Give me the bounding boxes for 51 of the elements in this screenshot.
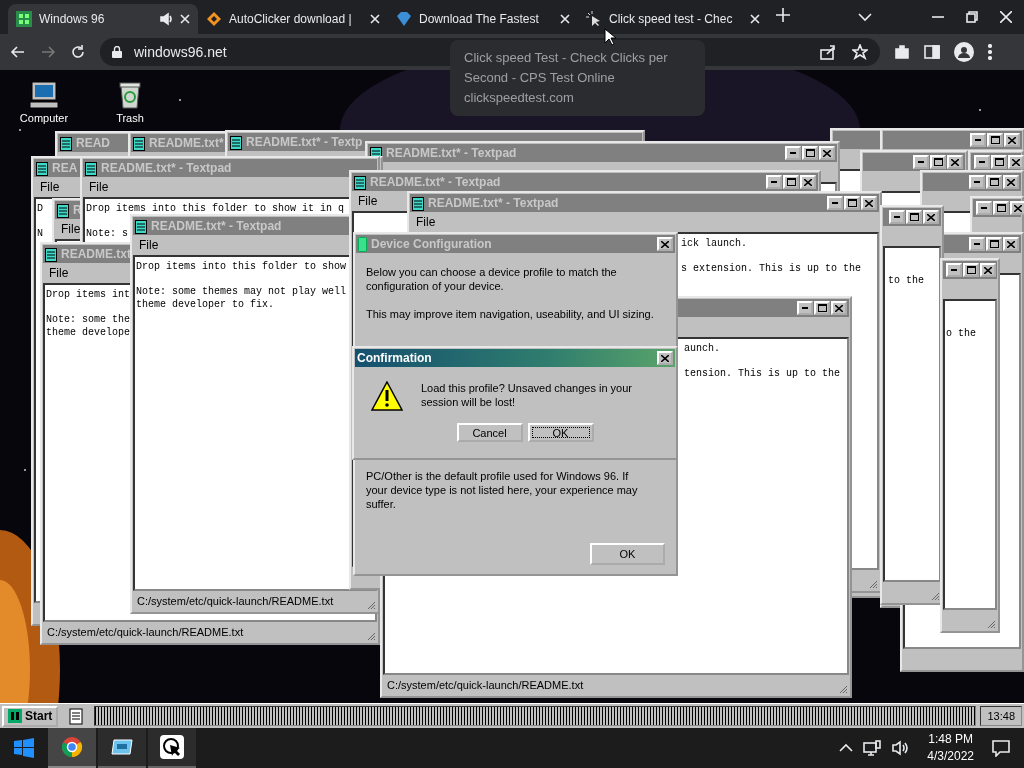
window-title: README.txt* - Textpad bbox=[101, 161, 232, 175]
browser-tab[interactable]: Click speed test - Chec bbox=[578, 4, 768, 34]
text-line: Drop items into this folder to show bbox=[136, 261, 347, 274]
text-line: s extension. This is up to the bbox=[681, 263, 862, 276]
desktop-icon[interactable]: Computer bbox=[14, 80, 74, 124]
menu-item[interactable]: File bbox=[87, 180, 111, 194]
window-title: README.txt bbox=[61, 247, 131, 261]
menu-item[interactable]: File bbox=[38, 180, 62, 194]
status-path: C:/system/etc/quick-launch/README.txt bbox=[47, 626, 244, 638]
dialog-button[interactable]: OK bbox=[527, 423, 594, 442]
window-title: README.txt* bbox=[149, 136, 224, 150]
text-line: Note: some the theme develope bbox=[46, 314, 130, 339]
window-title: README.txt* - Textpad bbox=[151, 219, 282, 233]
text-area[interactable]: to the bbox=[883, 246, 941, 582]
system-clock[interactable]: 1:48 PM 4/3/2022 bbox=[927, 731, 974, 765]
start-button[interactable]: Start bbox=[2, 705, 59, 727]
text-line: tension. This is up to the bbox=[684, 368, 841, 381]
browser-tab[interactable]: Windows 96 bbox=[8, 4, 198, 34]
menu-item[interactable]: File bbox=[414, 215, 438, 229]
text-line: to the bbox=[888, 275, 924, 288]
browser-tab[interactable]: Download The Fastest bbox=[388, 4, 578, 34]
text-line: Note: some themes may not play well theme developer to fix. bbox=[136, 286, 347, 311]
text-line: Drop items into this folder to show it in q bbox=[86, 203, 345, 216]
window-title: READ bbox=[76, 136, 110, 150]
text-line: D bbox=[37, 203, 43, 216]
dialog-title: Device Configuration bbox=[371, 237, 492, 251]
browser-tab[interactable]: AutoClicker download | bbox=[198, 4, 388, 34]
tooltip-url: clickspeedtest.com bbox=[464, 89, 575, 107]
menu-item[interactable]: File bbox=[47, 266, 71, 280]
window-title: REA bbox=[52, 161, 78, 175]
text-line: aunch. bbox=[684, 343, 720, 356]
window-title: README.txt* - Textp bbox=[246, 135, 363, 149]
menu-item[interactable]: File bbox=[59, 222, 83, 236]
text-line: o the bbox=[946, 328, 976, 341]
text-area[interactable]: o the bbox=[943, 299, 997, 610]
ok-button[interactable]: OK bbox=[590, 543, 665, 565]
status-path: C:/system/etc/quick-launch/README.txt bbox=[137, 595, 334, 607]
clock: 13:48 bbox=[980, 706, 1022, 726]
window-title: README.txt* - Textpad bbox=[428, 196, 559, 210]
window-title: README.txt* - Textpad bbox=[370, 175, 501, 189]
window-title: README.txt* - Textpad bbox=[386, 146, 517, 160]
menu-item[interactable]: File bbox=[356, 194, 380, 208]
dialog-button[interactable]: Cancel bbox=[456, 423, 523, 442]
dialog-message: Load this profile? Unsaved changes in your session will be lost! bbox=[421, 381, 633, 410]
desktop-icon[interactable]: Trash bbox=[100, 80, 160, 124]
menu-item[interactable]: File bbox=[137, 238, 161, 252]
text-line: Note: s bbox=[86, 228, 128, 241]
status-path: C:/system/etc/quick-launch/README.txt bbox=[387, 679, 584, 691]
text-line: N bbox=[37, 228, 43, 241]
text-line: Drop items int bbox=[46, 289, 130, 302]
text-line: ick launch. bbox=[681, 238, 747, 251]
